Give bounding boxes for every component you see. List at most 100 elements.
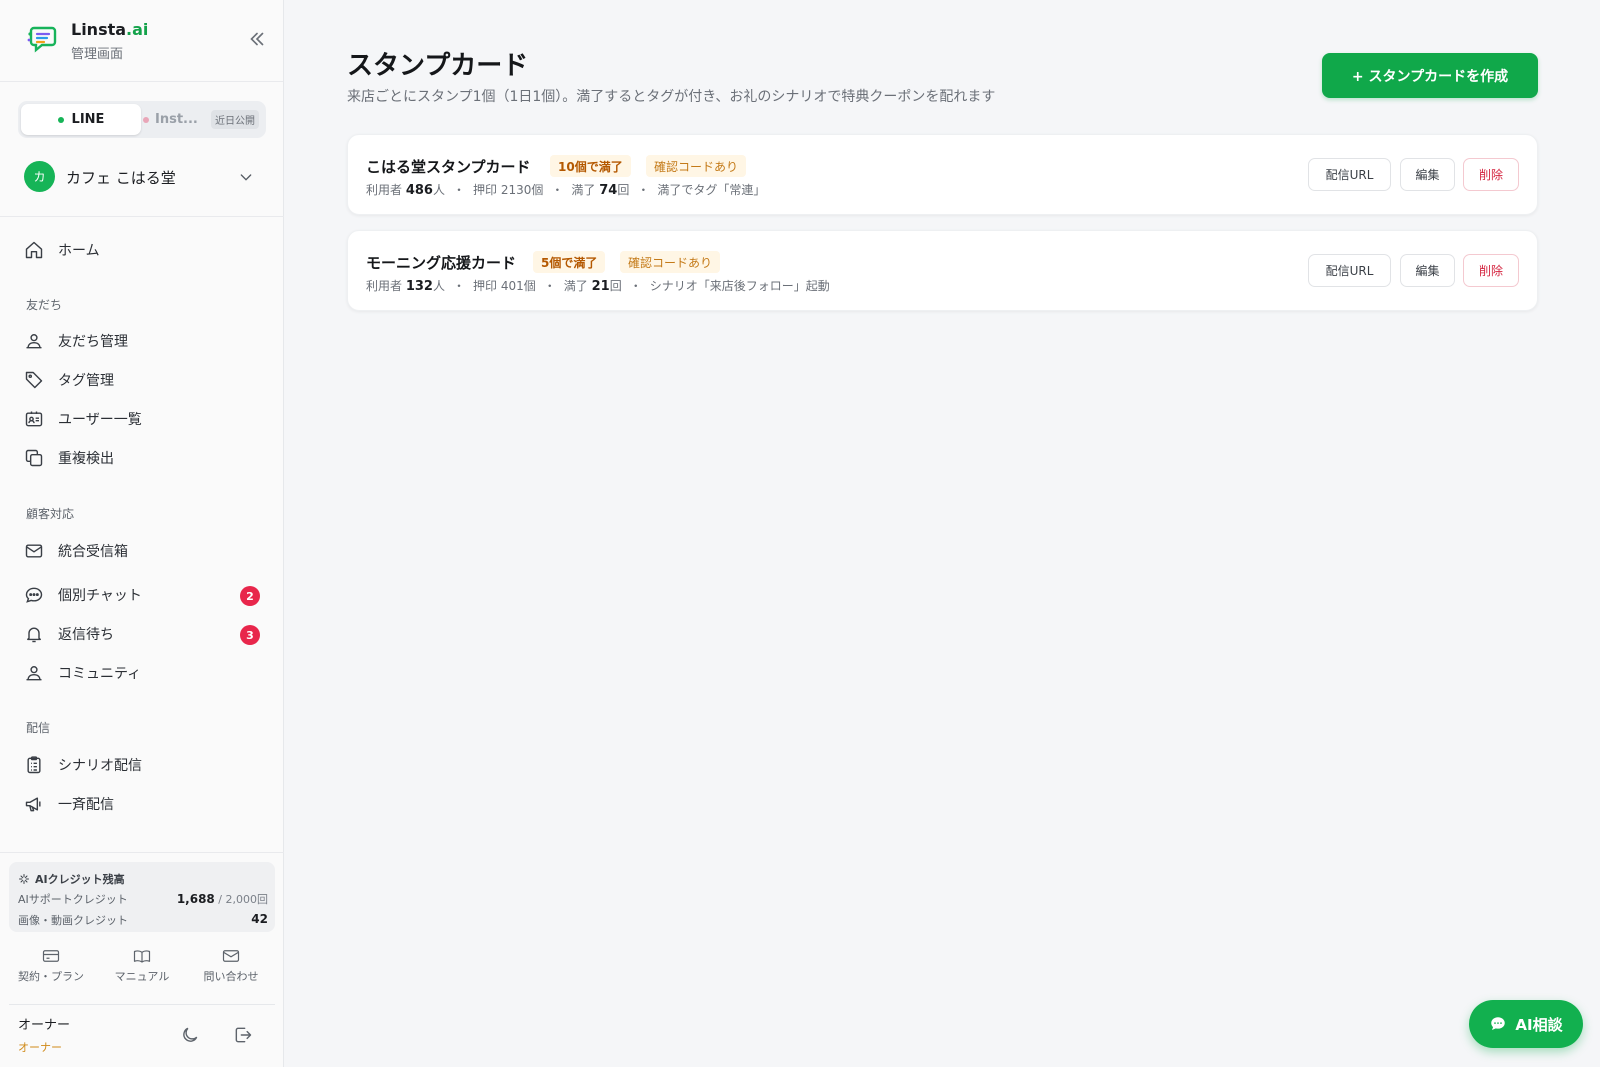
sidebar-item-community[interactable]: コミュニティ (24, 658, 264, 688)
delete-button[interactable]: 削除 (1463, 254, 1519, 287)
sidebar-item-label: 統合受信箱 (58, 544, 128, 560)
complete-badge: 5個で満了 (533, 251, 606, 273)
credits-title: AIクレジット残高 (18, 871, 125, 887)
bell-icon (27, 627, 41, 643)
sidebar-divider (0, 852, 284, 853)
brand-header: Linsta.ai 管理画面 (0, 0, 283, 82)
sidebar-item-duplicates[interactable]: 重複検出 (24, 443, 264, 473)
clipboard-list-icon (27, 756, 41, 774)
user-role: オーナー (18, 1041, 62, 1054)
sidebar-item-users[interactable]: ユーザー一覧 (24, 404, 264, 434)
sidebar-item-scenario[interactable]: シナリオ配信 (24, 750, 264, 780)
credits-media-value: 42 (251, 912, 268, 926)
sparkle-icon (19, 874, 29, 884)
plan-link[interactable]: 契約・プラン (6, 948, 96, 984)
manual-link[interactable]: マニュアル (97, 948, 187, 984)
channel-tab-line[interactable]: LINE (21, 104, 141, 135)
sidebar-item-label: 返信待ち (58, 627, 114, 643)
id-card-icon (25, 411, 43, 427)
contact-link[interactable]: 問い合わせ (186, 948, 276, 984)
main-content: スタンプカード 来店ごとにスタンプ1個（1日1個）。満了するとタグが付き、お礼の… (285, 0, 1600, 1067)
edit-button[interactable]: 編集 (1400, 158, 1455, 191)
nav-section-friends: 友だち (26, 298, 63, 312)
sidebar-item-tags[interactable]: タグ管理 (24, 365, 264, 395)
copy-icon (25, 449, 43, 467)
confirm-code-badge: 確認コードあり (646, 155, 747, 177)
brand-subtitle: 管理画面 (71, 47, 124, 62)
chat-bubble-icon (1491, 1017, 1506, 1030)
page-description: 来店ごとにスタンプ1個（1日1個）。満了するとタグが付き、お礼のシナリオで特典ク… (347, 89, 996, 105)
linsta-logo-icon (27, 26, 57, 53)
line-status-dot (57, 116, 64, 123)
chat-bubble-icon (25, 587, 43, 603)
sidebar-item-label: シナリオ配信 (58, 758, 142, 774)
sidebar-item-label: 重複検出 (58, 451, 114, 467)
shop-name: カフェ こはる堂 (66, 169, 176, 187)
shop-selector[interactable]: カ カフェ こはる堂 (24, 161, 260, 193)
book-icon (133, 950, 151, 963)
sidebar-item-chat[interactable]: 個別チャット 2 (24, 580, 264, 610)
confirm-code-badge: 確認コードあり (620, 251, 721, 273)
sidebar-item-label: 個別チャット (58, 588, 142, 604)
user-name: オーナー (18, 1018, 71, 1033)
sidebar-item-inbox[interactable]: 統合受信箱 (24, 536, 264, 566)
ai-consult-button[interactable]: AI相談 (1469, 1000, 1583, 1048)
card-title: こはる堂スタンプカード (366, 158, 531, 176)
shop-avatar: カ (24, 161, 55, 192)
sidebar-item-label: ホーム (58, 243, 100, 259)
stamp-card-row: こはる堂スタンプカード 10個で満了 確認コードあり 利用者 486人・押印 2… (347, 134, 1538, 215)
mail-icon (25, 544, 43, 558)
footer-links: 契約・プラン マニュアル 問い合わせ (0, 948, 284, 988)
stamp-card-row: モーニング応援カード 5個で満了 確認コードあり 利用者 132人・押印 401… (347, 230, 1538, 311)
edit-button[interactable]: 編集 (1400, 254, 1455, 287)
logout-icon[interactable] (233, 1025, 253, 1045)
mail-icon (222, 950, 240, 962)
home-icon (25, 241, 43, 259)
coming-soon-badge: 近日公開 (211, 110, 259, 129)
sidebar-item-friends[interactable]: 友だち管理 (24, 326, 264, 356)
credits-support-value: 1,688 (176, 892, 215, 906)
users-icon (26, 334, 42, 349)
chat-count-badge: 2 (240, 586, 260, 606)
credit-card-icon (42, 950, 60, 962)
sidebar-item-label: 友だち管理 (58, 334, 128, 350)
sidebar-nav: ホーム 友だち 友だち管理 タグ管理 ユーザー一覧 重複検出 顧客対応 統合受信… (0, 218, 284, 850)
channel-tab-instagram[interactable]: Inst... (143, 104, 211, 135)
sidebar-item-label: ユーザー一覧 (58, 412, 142, 428)
sidebar-item-awaiting-reply[interactable]: 返信待ち 3 (24, 619, 264, 649)
brand-name: Linsta.ai (71, 20, 149, 39)
awaiting-count-badge: 3 (240, 625, 260, 645)
collapse-sidebar-icon[interactable] (246, 28, 268, 50)
chevron-down-icon (240, 174, 252, 181)
credits-support-label: AIサポートクレジット (18, 893, 128, 906)
create-stamp-card-button[interactable]: + スタンプカードを作成 (1322, 53, 1538, 98)
delete-button[interactable]: 削除 (1463, 158, 1519, 191)
page-title: スタンプカード (347, 51, 529, 81)
sidebar-divider (0, 216, 284, 217)
delivery-url-button[interactable]: 配信URL (1308, 158, 1391, 191)
channel-switcher: LINE Inst... 近日公開 (18, 101, 266, 138)
credits-media-label: 画像・動画クレジット (18, 914, 128, 927)
moon-icon[interactable] (180, 1025, 200, 1045)
sidebar-item-label: タグ管理 (58, 373, 114, 389)
sidebar: Linsta.ai 管理画面 LINE Inst... 近日公開 カ カフェ こ… (0, 0, 284, 1067)
sidebar-item-label: コミュニティ (58, 666, 142, 682)
card-stats: 利用者 132人・押印 401個・満了 21回・シナリオ「来店後フォロー」起動 (366, 279, 830, 294)
megaphone-icon (25, 797, 41, 812)
sidebar-divider (9, 1004, 275, 1005)
card-stats: 利用者 486人・押印 2130個・満了 74回・満了でタグ「常連」 (366, 183, 766, 198)
ai-consult-label: AI相談 (1515, 1015, 1563, 1034)
sidebar-item-broadcast[interactable]: 一斉配信 (24, 789, 264, 819)
nav-section-support: 顧客対応 (26, 507, 75, 521)
sidebar-item-label: 一斉配信 (58, 797, 114, 813)
sidebar-item-home[interactable]: ホーム (24, 235, 264, 265)
credits-row-support: AIサポートクレジット 1,688 / 2,000回 (18, 891, 268, 907)
community-icon (26, 666, 42, 681)
delivery-url-button[interactable]: 配信URL (1308, 254, 1391, 287)
credits-row-media: 画像・動画クレジット 42 (18, 912, 268, 928)
instagram-status-dot (143, 116, 149, 123)
tag-icon (25, 371, 43, 389)
ai-credits-panel: AIクレジット残高 AIサポートクレジット 1,688 / 2,000回 画像・… (9, 862, 275, 932)
nav-section-delivery: 配信 (26, 721, 51, 735)
card-title: モーニング応援カード (366, 254, 517, 272)
